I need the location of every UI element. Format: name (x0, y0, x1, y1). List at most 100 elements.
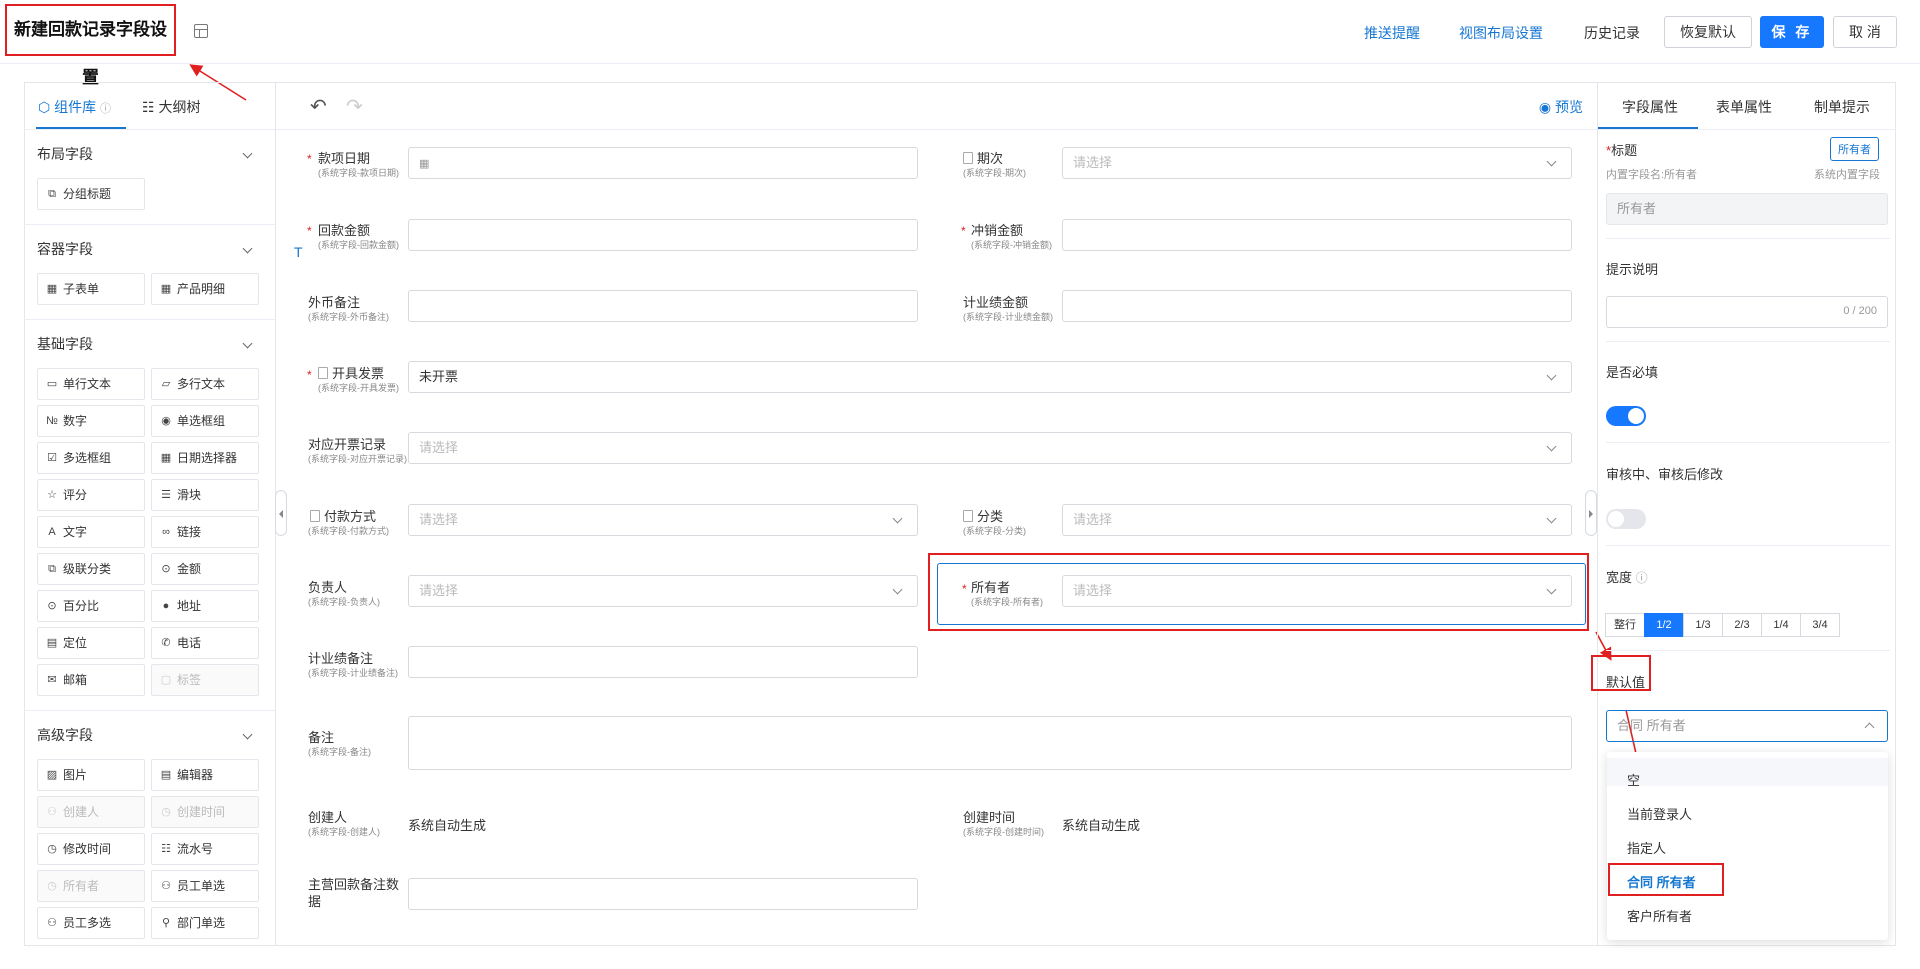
component-item[interactable]: ⚲ 部门单选 (151, 907, 259, 939)
layout-icon[interactable] (194, 24, 208, 38)
tab-component-library[interactable]: ⬡ 组件库 ⓘ (38, 97, 111, 117)
owner-select[interactable]: 请选择 (1062, 575, 1572, 607)
component-item[interactable]: ⊙ 百分比 (37, 590, 145, 622)
component-item[interactable]: ☰ 滑块 (151, 479, 259, 511)
section-header[interactable]: 高级字段 (24, 711, 275, 759)
title-label: *标题 (1606, 140, 1637, 159)
section-header[interactable]: 布局字段 (24, 130, 275, 178)
category-select[interactable]: 请选择 (1062, 504, 1572, 536)
option-specified-user[interactable]: 指定人 (1627, 838, 1666, 857)
option-current-user[interactable]: 当前登录人 (1627, 804, 1692, 823)
required-mark: * (961, 224, 966, 238)
title-label-text: 标题 (1611, 143, 1638, 158)
cancel-button[interactable]: 取 消 (1833, 16, 1897, 48)
owner-lead-select[interactable]: 请选择 (408, 575, 918, 607)
component-item[interactable]: № 数字 (37, 405, 145, 437)
component-item[interactable]: ⚇ 员工多选 (37, 907, 145, 939)
page-title: 新建回款记录字段设置 (5, 4, 176, 87)
component-item[interactable]: ▤ 定位 (37, 627, 145, 659)
perf-note-input[interactable] (408, 646, 918, 678)
section-header[interactable]: 基础字段 (24, 320, 275, 368)
title-badge[interactable]: 所有者 (1830, 137, 1879, 161)
component-item[interactable]: ☷ 流水号 (151, 833, 259, 865)
period-select[interactable]: 请选择 (1062, 147, 1572, 179)
component-item[interactable]: ▨ 图片 (37, 759, 145, 791)
component-item[interactable]: ▦ 子表单 (37, 273, 145, 305)
component-item[interactable]: ⧉ 分组标题 (37, 178, 145, 210)
tab-form-props[interactable]: 表单属性 (1716, 97, 1772, 117)
invoice-record-select[interactable]: 请选择 (408, 432, 1572, 464)
tab-field-props[interactable]: 字段属性 (1622, 97, 1678, 117)
component-item[interactable]: ▭ 单行文本 (37, 368, 145, 400)
component-item[interactable]: ▦ 日期选择器 (151, 442, 259, 474)
width-option[interactable]: 1/4 (1761, 613, 1801, 637)
amount-input[interactable] (408, 219, 918, 251)
component-item[interactable]: A 文字 (37, 516, 145, 548)
option-empty[interactable]: 空 (1627, 770, 1640, 789)
required-label: 是否必填 (1606, 365, 1659, 380)
main-note-input[interactable] (408, 878, 918, 910)
invoice-select[interactable]: 未开票 (408, 361, 1572, 393)
perf-amount-input[interactable] (1062, 290, 1572, 322)
component-item[interactable]: ◷ 修改时间 (37, 833, 145, 865)
width-option[interactable]: 1/3 (1683, 613, 1723, 637)
default-value-select[interactable]: 合同 所有者 (1606, 710, 1888, 742)
component-item[interactable]: ✉ 邮箱 (37, 664, 145, 696)
payment-date-picker[interactable]: ▦ (408, 147, 918, 179)
help-icon: ⓘ (1635, 571, 1648, 585)
save-button[interactable]: 保 存 (1760, 16, 1824, 48)
width-option[interactable]: 1/2 (1644, 613, 1684, 637)
edit-label: 审核中、审核后修改 (1606, 467, 1724, 482)
tab-outline-tree[interactable]: ☷ 大纲树 (142, 97, 200, 117)
hint-input[interactable]: 0 / 200 (1606, 296, 1888, 328)
history-link[interactable]: 历史记录 (1584, 23, 1640, 43)
collapse-left-panel[interactable] (275, 490, 287, 536)
title-input[interactable]: 所有者 (1606, 193, 1888, 225)
field-label-invoice-record: 对应开票记录 (308, 437, 387, 452)
pay-method-select[interactable]: 请选择 (408, 504, 918, 536)
component-item[interactable]: ▱ 多行文本 (151, 368, 259, 400)
category-placeholder: 请选择 (1073, 512, 1113, 527)
tab-form-hint[interactable]: 制单提示 (1814, 97, 1870, 117)
option-customer-owner[interactable]: 客户所有者 (1627, 906, 1692, 925)
required-toggle[interactable] (1606, 406, 1646, 426)
section-header[interactable]: 容器字段 (24, 225, 275, 273)
component-item[interactable]: ∞ 链接 (151, 516, 259, 548)
component-item[interactable]: ✆ 电话 (151, 627, 259, 659)
writeoff-input[interactable] (1062, 219, 1572, 251)
undo-icon[interactable]: ↶ (310, 94, 327, 119)
fx-note-input[interactable] (408, 290, 918, 322)
view-layout-link[interactable]: 视图布局设置 (1459, 23, 1543, 43)
component-item[interactable]: ▦ 产品明细 (151, 273, 259, 305)
width-option[interactable]: 整行 (1605, 613, 1645, 637)
component-item[interactable]: ◉ 单选框组 (151, 405, 259, 437)
component-item[interactable]: ⚇ 员工单选 (151, 870, 259, 902)
push-reminder-link[interactable]: 推送提醒 (1364, 23, 1420, 43)
component-label: 电话 (177, 636, 202, 650)
component-section: 布局字段 ⧉ 分组标题 (24, 130, 275, 225)
field-sub-owner-lead: (系统字段-负责人) (308, 597, 380, 607)
pay-method-placeholder: 请选择 (419, 512, 459, 527)
component-item[interactable]: ☆ 评分 (37, 479, 145, 511)
restore-default-button[interactable]: 恢复默认 (1664, 16, 1752, 48)
remark-textarea[interactable] (408, 716, 1572, 770)
component-item[interactable]: ● 地址 (151, 590, 259, 622)
component-item[interactable]: ▤ 编辑器 (151, 759, 259, 791)
single-line-icon: ▭ (46, 378, 58, 390)
width-option[interactable]: 3/4 (1800, 613, 1840, 637)
component-label: 员工多选 (63, 916, 112, 930)
preview-button[interactable]: ◉ 预览 (1539, 97, 1583, 117)
user-icon: ⚇ (161, 880, 171, 892)
redo-icon[interactable]: ↷ (346, 94, 363, 119)
field-sub-invoice-record: (系统字段-对应开票记录) (308, 454, 407, 464)
component-item[interactable]: ☑ 多选框组 (37, 442, 145, 474)
edit-toggle[interactable] (1606, 509, 1646, 529)
width-option[interactable]: 2/3 (1722, 613, 1762, 637)
component-item[interactable]: ⧉ 级联分类 (37, 553, 145, 585)
collapse-right-panel[interactable] (1585, 490, 1597, 536)
field-sub-perf-amount: (系统字段-计业绩金额) (963, 312, 1053, 322)
clock-icon: ◷ (47, 880, 57, 892)
component-item[interactable]: ⊙ 金额 (151, 553, 259, 585)
selected-option-annotation (1608, 863, 1724, 896)
link-icon: ∞ (162, 526, 170, 538)
